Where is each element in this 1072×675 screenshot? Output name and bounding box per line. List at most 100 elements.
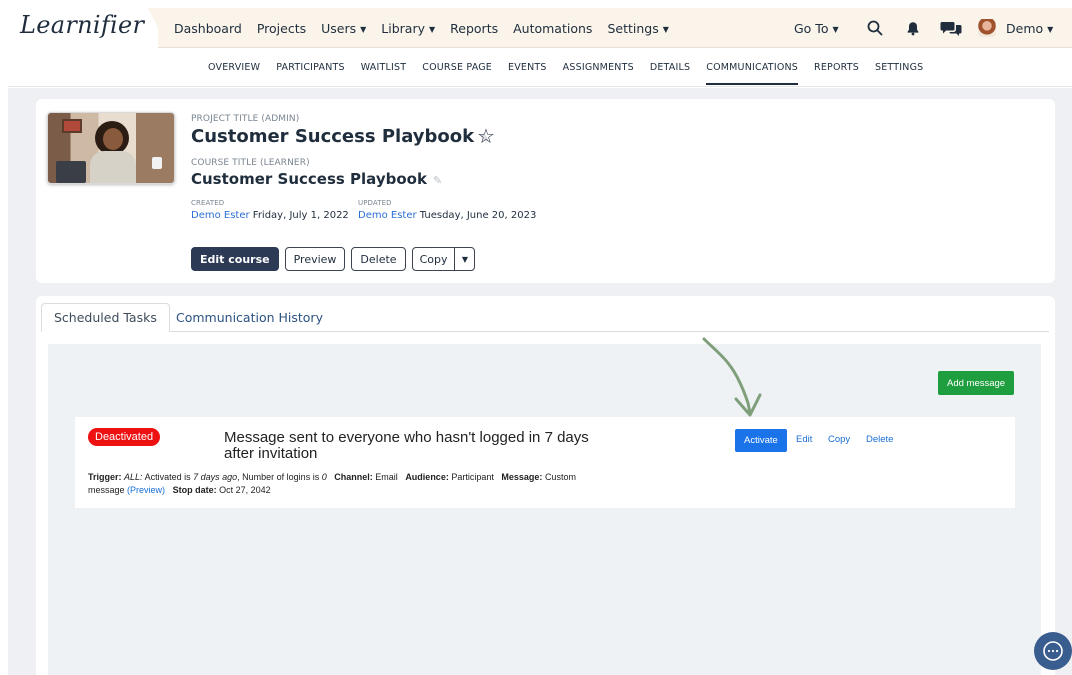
updated-date: Tuesday, June 20, 2023: [419, 210, 537, 221]
tab-scheduled-tasks[interactable]: Scheduled Tasks: [41, 303, 170, 332]
user-menu[interactable]: Demo ▼: [1006, 21, 1053, 36]
task-details: Trigger: ALL: Activated is 7 days ago, N…: [88, 471, 608, 497]
channel-label: Channel:: [334, 472, 373, 482]
scheduled-tasks-panel: Add message Deactivated Message sent to …: [48, 344, 1041, 675]
nav-dashboard[interactable]: Dashboard: [174, 21, 242, 36]
user-name: Demo: [1006, 20, 1044, 36]
trigger-value-2: 0: [321, 472, 327, 482]
subnav-item-reports[interactable]: REPORTS: [814, 49, 859, 87]
project-title-label: PROJECT TITLE (ADMIN): [191, 114, 300, 124]
subnav-item-events[interactable]: EVENTS: [508, 49, 547, 87]
preview-message-link[interactable]: (Preview): [127, 485, 165, 495]
chevron-down-icon: ▼: [832, 24, 839, 34]
updated-info: Demo Ester Tuesday, June 20, 2023: [358, 210, 536, 221]
subnav-item-settings[interactable]: SETTINGS: [875, 49, 923, 87]
course-title-label: COURSE TITLE (LEARNER): [191, 158, 310, 168]
speech-bubble-icon: [1043, 641, 1063, 661]
trigger-text-2: , Number of logins is: [237, 472, 320, 482]
thumbnail-face: [103, 128, 123, 150]
nav-library-label: Library: [381, 20, 425, 36]
created-date: Friday, July 1, 2022: [252, 210, 349, 221]
delete-button[interactable]: Delete: [351, 247, 406, 271]
copy-task-link[interactable]: Copy: [828, 434, 850, 445]
learnifier-logo[interactable]: Learnifier: [20, 11, 144, 39]
stop-date-value: Oct 27, 2042: [219, 485, 271, 495]
search-icon[interactable]: [864, 17, 886, 39]
chevron-down-icon: ▼: [662, 24, 669, 34]
goto-label: Go To: [794, 20, 829, 36]
support-chat-button[interactable]: [1034, 632, 1072, 670]
thumbnail-mug: [152, 157, 162, 169]
chevron-down-icon: ▼: [360, 24, 367, 34]
nav-projects[interactable]: Projects: [257, 21, 306, 36]
thumbnail-laptop: [56, 161, 86, 183]
thumbnail-body: [90, 151, 136, 183]
updated-label: UPDATED: [358, 199, 392, 207]
updated-by-link[interactable]: Demo Ester: [358, 210, 417, 221]
trigger-value-1: 7 days ago: [193, 472, 238, 482]
audience-label: Audience:: [405, 472, 449, 482]
subnav-item-participants[interactable]: PARTICIPANTS: [276, 49, 345, 87]
project-title-text: Customer Success Playbook: [191, 126, 475, 147]
edit-course-button[interactable]: Edit course: [191, 247, 279, 271]
nav-settings[interactable]: Settings ▼: [607, 21, 668, 36]
pencil-icon[interactable]: ✎: [433, 174, 442, 187]
project-title[interactable]: Customer Success Playbook ✎: [191, 126, 489, 147]
bell-icon[interactable]: [902, 17, 924, 39]
course-subnav: OVERVIEW PARTICIPANTS WAITLIST COURSE PAGE E…: [8, 49, 1072, 87]
subnav-item-course-page[interactable]: COURSE PAGE: [422, 49, 492, 87]
subnav-item-assignments[interactable]: ASSIGNMENTS: [563, 49, 634, 87]
user-avatar[interactable]: [978, 19, 996, 37]
nav-users-label: Users: [321, 20, 357, 36]
chat-icon[interactable]: [940, 17, 962, 39]
tab-communication-history[interactable]: Communication History: [164, 303, 335, 332]
nav-settings-label: Settings: [607, 20, 659, 36]
copy-button[interactable]: Copy: [413, 248, 456, 270]
scheduled-task-item: Deactivated Message sent to everyone who…: [75, 417, 1015, 508]
goto-menu[interactable]: Go To ▼: [794, 21, 854, 36]
trigger-label: Trigger:: [88, 472, 122, 482]
trigger-text-1: Activated is: [144, 472, 191, 482]
subnav-items: OVERVIEW PARTICIPANTS WAITLIST COURSE PAGE E…: [208, 49, 923, 87]
subnav-item-overview[interactable]: OVERVIEW: [208, 49, 260, 87]
star-icon[interactable]: ☆: [477, 124, 495, 148]
created-label: CREATED: [191, 199, 225, 207]
top-navbar: Learnifier Dashboard Projects Users ▼ Lib…: [8, 8, 1072, 48]
copy-split-button: Copy ▼: [411, 247, 476, 271]
created-by-link[interactable]: Demo Ester: [191, 210, 250, 221]
stop-date-label: Stop date:: [172, 485, 217, 495]
subnav-item-waitlist[interactable]: WAITLIST: [361, 49, 407, 87]
course-title-text: Customer Success Playbook: [191, 170, 427, 188]
created-info: Demo Ester Friday, July 1, 2022: [191, 210, 349, 221]
nav-library[interactable]: Library ▼: [381, 21, 435, 36]
communications-card: Scheduled Tasks Communication History Ad…: [36, 296, 1055, 675]
task-title: Message sent to everyone who hasn't logg…: [224, 429, 589, 462]
message-label: Message:: [501, 472, 543, 482]
logo-area: Learnifier: [8, 8, 158, 48]
trigger-all: ALL:: [124, 472, 143, 482]
subnav-item-communications[interactable]: COMMUNICATIONS: [706, 49, 798, 87]
right-nav: Go To ▼ Demo ▼: [794, 8, 1053, 48]
audience-value: Participant: [451, 472, 494, 482]
chevron-down-icon: ▼: [1047, 24, 1054, 34]
course-header-card: PROJECT TITLE (ADMIN) Customer Success P…: [36, 99, 1055, 283]
nav-automations[interactable]: Automations: [513, 21, 592, 36]
nav-reports[interactable]: Reports: [450, 21, 498, 36]
channel-value: Email: [375, 472, 398, 482]
nav-users[interactable]: Users ▼: [321, 21, 366, 36]
delete-task-link[interactable]: Delete: [866, 434, 893, 445]
add-message-button[interactable]: Add message: [938, 371, 1015, 395]
thumbnail-frame: [62, 119, 82, 133]
main-nav: Dashboard Projects Users ▼ Library ▼ Repor…: [174, 8, 669, 48]
chevron-down-icon: ▼: [429, 24, 436, 34]
annotation-arrow-icon: [702, 337, 762, 417]
preview-button[interactable]: Preview: [284, 247, 346, 271]
chevron-down-icon[interactable]: ▼: [455, 248, 474, 270]
course-actions: Edit course Preview Delete Copy ▼: [191, 247, 476, 271]
subnav-item-details[interactable]: DETAILS: [650, 49, 690, 87]
course-title[interactable]: Customer Success Playbook ✎: [191, 170, 442, 188]
course-thumbnail[interactable]: [47, 112, 175, 184]
status-badge: Deactivated: [88, 428, 161, 446]
activate-button[interactable]: Activate: [735, 429, 787, 452]
edit-task-link[interactable]: Edit: [796, 434, 812, 445]
